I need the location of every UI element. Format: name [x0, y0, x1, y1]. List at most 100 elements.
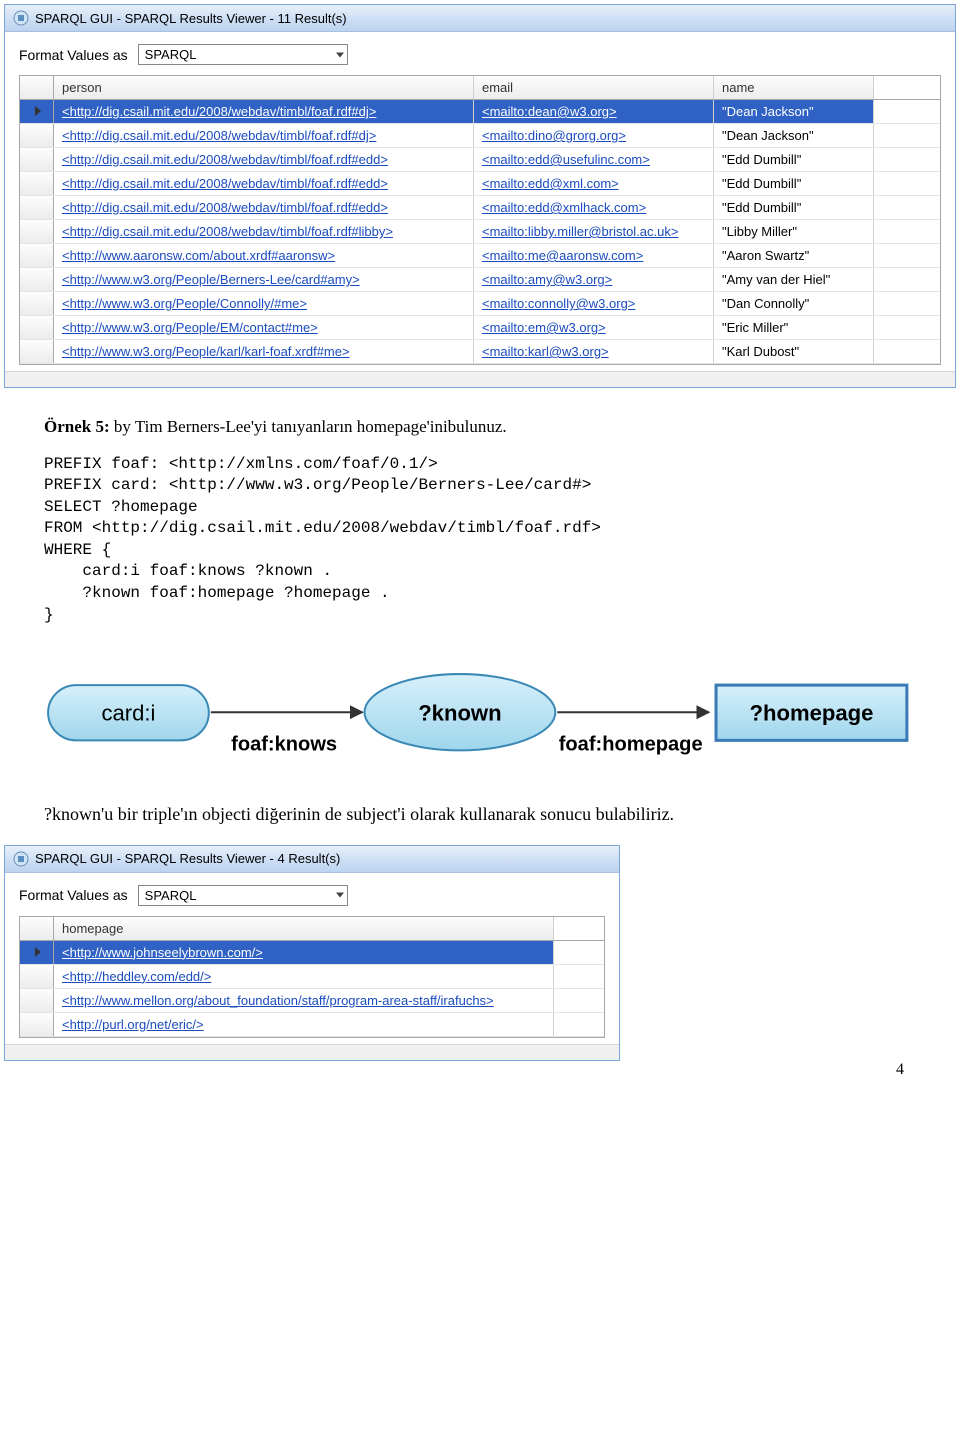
cell-person[interactable]: <http://dig.csail.mit.edu/2008/webdav/ti… [54, 220, 474, 243]
results-window-2: SPARQL GUI - SPARQL Results Viewer - 4 R… [4, 845, 620, 1061]
cell-email[interactable]: <mailto:karl@w3.org> [474, 340, 714, 363]
format-combobox[interactable] [138, 44, 348, 65]
cell-person[interactable]: <http://dig.csail.mit.edu/2008/webdav/ti… [54, 148, 474, 171]
table-row[interactable]: <http://dig.csail.mit.edu/2008/webdav/ti… [20, 124, 940, 148]
cell-person[interactable]: <http://dig.csail.mit.edu/2008/webdav/ti… [54, 196, 474, 219]
table-row[interactable]: <http://www.w3.org/People/Connolly/#me><… [20, 292, 940, 316]
results-grid[interactable]: person email name <http://dig.csail.mit.… [19, 75, 941, 365]
row-marker [20, 172, 54, 195]
cell-email[interactable]: <mailto:libby.miller@bristol.ac.uk> [474, 220, 714, 243]
explanation-text: ?known'u bir triple'ın objecti diğerinin… [0, 794, 960, 841]
col-name[interactable]: name [714, 76, 874, 99]
row-marker [20, 316, 54, 339]
window-title: SPARQL GUI - SPARQL Results Viewer - 4 R… [35, 851, 340, 866]
table-row[interactable]: <http://dig.csail.mit.edu/2008/webdav/ti… [20, 220, 940, 244]
row-marker [20, 100, 54, 123]
row-marker [20, 1013, 54, 1036]
table-row[interactable]: <http://www.johnseelybrown.com/> [20, 941, 604, 965]
row-marker [20, 220, 54, 243]
row-marker [20, 941, 54, 964]
cell-email[interactable]: <mailto:dino@grorg.org> [474, 124, 714, 147]
svg-text:?known: ?known [418, 701, 501, 726]
format-value[interactable] [138, 885, 348, 906]
results-window-1: SPARQL GUI - SPARQL Results Viewer - 11 … [4, 4, 956, 388]
cell-email[interactable]: <mailto:connolly@w3.org> [474, 292, 714, 315]
cell-person[interactable]: <http://www.w3.org/People/Connolly/#me> [54, 292, 474, 315]
table-row[interactable]: <http://dig.csail.mit.edu/2008/webdav/ti… [20, 196, 940, 220]
row-header-blank [20, 76, 54, 99]
table-row[interactable]: <http://dig.csail.mit.edu/2008/webdav/ti… [20, 148, 940, 172]
format-combobox[interactable] [138, 885, 348, 906]
table-row[interactable]: <http://purl.org/net/eric/> [20, 1013, 604, 1037]
cell-name: "Aaron Swartz" [714, 244, 874, 267]
cell-homepage[interactable]: <http://heddley.com/edd/> [54, 965, 554, 988]
window-title: SPARQL GUI - SPARQL Results Viewer - 11 … [35, 11, 347, 26]
svg-text:foaf:knows: foaf:knows [231, 734, 337, 756]
grid-header: homepage [20, 917, 604, 941]
cell-person[interactable]: <http://dig.csail.mit.edu/2008/webdav/ti… [54, 100, 474, 123]
cell-email[interactable]: <mailto:edd@xmlhack.com> [474, 196, 714, 219]
cell-homepage[interactable]: <http://www.johnseelybrown.com/> [54, 941, 554, 964]
app-icon [13, 851, 29, 867]
app-icon [13, 10, 29, 26]
cell-email[interactable]: <mailto:dean@w3.org> [474, 100, 714, 123]
col-person[interactable]: person [54, 76, 474, 99]
svg-text:card:i: card:i [101, 701, 155, 726]
cell-name: "Amy van der Hiel" [714, 268, 874, 291]
page-number: 4 [0, 1061, 960, 1099]
col-email[interactable]: email [474, 76, 714, 99]
window-strip [5, 1044, 619, 1060]
example-label: Örnek 5: [44, 417, 110, 436]
table-row[interactable]: <http://www.w3.org/People/Berners-Lee/ca… [20, 268, 940, 292]
row-marker [20, 196, 54, 219]
sparql-query: PREFIX foaf: <http://xmlns.com/foaf/0.1/… [44, 454, 916, 627]
svg-text:foaf:homepage: foaf:homepage [559, 734, 703, 756]
format-label: Format Values as [19, 47, 128, 63]
cell-person[interactable]: <http://dig.csail.mit.edu/2008/webdav/ti… [54, 172, 474, 195]
cell-name: "Dean Jackson" [714, 100, 874, 123]
query-diagram: card:i foaf:knows ?known foaf:homepage ?… [28, 660, 932, 784]
format-value[interactable] [138, 44, 348, 65]
row-marker [20, 292, 54, 315]
row-marker [20, 124, 54, 147]
table-row[interactable]: <http://heddley.com/edd/> [20, 965, 604, 989]
table-row[interactable]: <http://www.mellon.org/about_foundation/… [20, 989, 604, 1013]
cell-name: "Libby Miller" [714, 220, 874, 243]
row-marker [20, 148, 54, 171]
cell-name: "Edd Dumbill" [714, 196, 874, 219]
svg-text:?homepage: ?homepage [750, 701, 874, 726]
chevron-down-icon [336, 893, 344, 898]
cell-person[interactable]: <http://www.w3.org/People/karl/karl-foaf… [54, 340, 474, 363]
example-text: by Tim Berners-Lee'yi tanıyanların homep… [110, 417, 507, 436]
row-marker [20, 989, 54, 1012]
table-row[interactable]: <http://dig.csail.mit.edu/2008/webdav/ti… [20, 100, 940, 124]
table-row[interactable]: <http://www.w3.org/People/karl/karl-foaf… [20, 340, 940, 364]
results-grid[interactable]: homepage <http://www.johnseelybrown.com/… [19, 916, 605, 1038]
cell-person[interactable]: <http://www.w3.org/People/EM/contact#me> [54, 316, 474, 339]
cell-email[interactable]: <mailto:edd@xml.com> [474, 172, 714, 195]
cell-person[interactable]: <http://www.aaronsw.com/about.xrdf#aaron… [54, 244, 474, 267]
cell-email[interactable]: <mailto:amy@w3.org> [474, 268, 714, 291]
row-header-blank [20, 917, 54, 940]
format-row: Format Values as [19, 44, 941, 65]
cell-person[interactable]: <http://dig.csail.mit.edu/2008/webdav/ti… [54, 124, 474, 147]
cell-person[interactable]: <http://www.w3.org/People/Berners-Lee/ca… [54, 268, 474, 291]
table-row[interactable]: <http://www.aaronsw.com/about.xrdf#aaron… [20, 244, 940, 268]
cell-name: "Dean Jackson" [714, 124, 874, 147]
titlebar[interactable]: SPARQL GUI - SPARQL Results Viewer - 11 … [5, 5, 955, 32]
format-label: Format Values as [19, 887, 128, 903]
cell-email[interactable]: <mailto:me@aaronsw.com> [474, 244, 714, 267]
cell-homepage[interactable]: <http://www.mellon.org/about_foundation/… [54, 989, 554, 1012]
cell-email[interactable]: <mailto:edd@usefulinc.com> [474, 148, 714, 171]
table-row[interactable]: <http://www.w3.org/People/EM/contact#me>… [20, 316, 940, 340]
grid-header: person email name [20, 76, 940, 100]
row-marker [20, 268, 54, 291]
table-row[interactable]: <http://dig.csail.mit.edu/2008/webdav/ti… [20, 172, 940, 196]
window-strip [5, 371, 955, 387]
cell-homepage[interactable]: <http://purl.org/net/eric/> [54, 1013, 554, 1036]
cell-name: "Karl Dubost" [714, 340, 874, 363]
titlebar[interactable]: SPARQL GUI - SPARQL Results Viewer - 4 R… [5, 846, 619, 873]
cell-email[interactable]: <mailto:em@w3.org> [474, 316, 714, 339]
row-marker [20, 965, 54, 988]
col-homepage[interactable]: homepage [54, 917, 554, 940]
